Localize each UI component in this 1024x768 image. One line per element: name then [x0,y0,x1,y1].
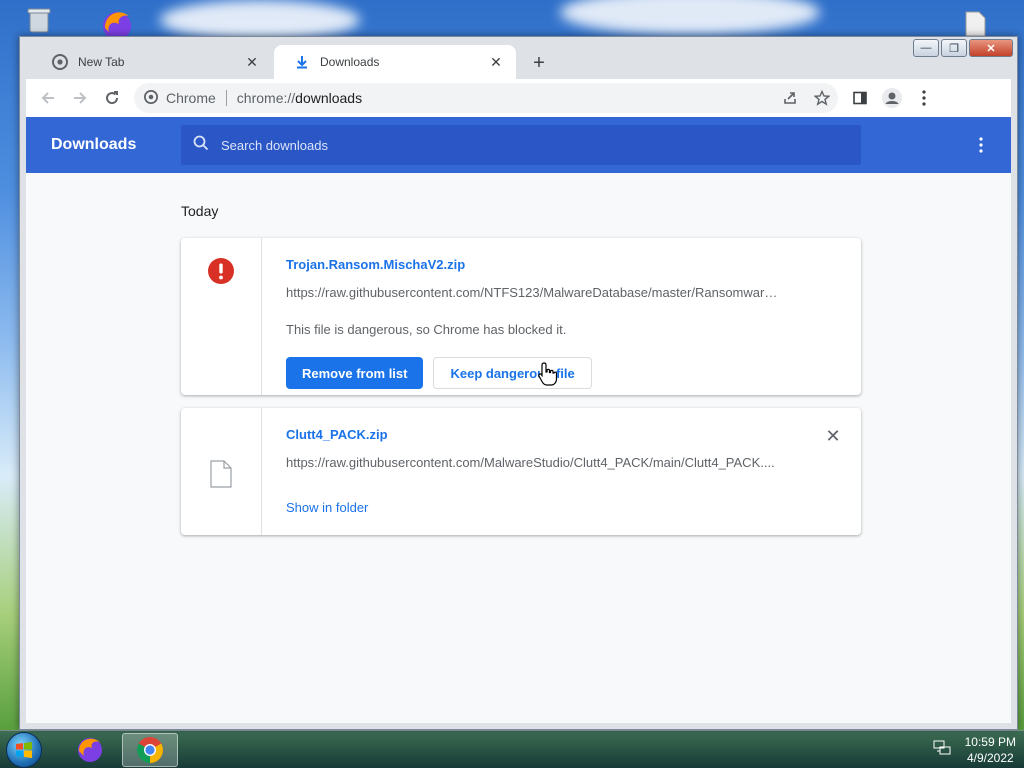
network-icon[interactable] [933,740,951,761]
recycle-bin-icon[interactable] [22,4,56,34]
reload-icon [106,91,119,105]
download-url[interactable]: https://raw.githubusercontent.com/NTFS12… [286,285,821,300]
download-icon [294,54,310,70]
forward-button[interactable] [64,82,96,114]
downloads-page: Downloads Today Trojan.Ransom.MischaV2.z… [26,117,1011,723]
reload-button[interactable] [96,82,128,114]
download-filename[interactable]: Clutt4_PACK.zip [286,427,821,442]
more-actions-icon[interactable] [969,133,993,157]
downloads-header: Downloads [26,117,1011,173]
forward-arrow-icon [74,92,87,104]
download-icon-column [181,238,262,395]
toolbar: Chrome chrome://downloads [26,79,1011,117]
chrome-icon [52,54,68,70]
windows-logo-icon [16,742,32,758]
clock[interactable]: 10:59 PM 4/9/2022 [965,734,1016,766]
firefox-desktop-icon[interactable] [95,6,139,40]
desktop-cloud [560,0,820,35]
page-title: Downloads [51,136,137,153]
chrome-window: — ❐ ✕ New Tab ✕ Downloads ✕ + Chrome chr… [19,36,1018,730]
profile-avatar-icon[interactable] [876,82,908,114]
tab-title: New Tab [78,55,125,69]
show-in-folder-link[interactable]: Show in folder [286,500,821,515]
kebab-menu-icon[interactable] [908,82,940,114]
hand-cursor-icon [537,362,559,391]
search-input[interactable] [221,137,821,153]
download-icon-column [181,408,262,535]
bookmark-star-icon[interactable] [806,82,838,114]
share-icon[interactable] [774,82,806,114]
url-scheme: chrome:// [236,90,296,106]
taskbar: 10:59 PM 4/9/2022 [0,730,1024,768]
firefox-icon [78,738,102,762]
tab-strip: New Tab ✕ Downloads ✕ + [26,45,926,79]
divider [225,90,227,106]
clock-date: 4/9/2022 [966,751,1014,765]
download-item-completed: Clutt4_PACK.zip https://raw.githubuserco… [181,408,861,535]
keep-dangerous-file-button[interactable]: Keep dangerous file [433,357,592,389]
site-label: Chrome [166,90,216,106]
remove-item-icon[interactable]: ✕ [823,426,843,446]
back-button[interactable] [32,82,64,114]
chrome-icon [137,737,163,763]
desktop-file-icon[interactable] [955,10,995,38]
window-controls: — ❐ ✕ [913,39,1013,57]
desktop-cloud [160,0,360,40]
download-url[interactable]: https://raw.githubusercontent.com/Malwar… [286,455,821,470]
taskbar-firefox[interactable] [62,733,118,767]
close-window-button[interactable]: ✕ [969,39,1013,57]
new-tab-button[interactable]: + [526,50,552,76]
start-button[interactable] [6,732,42,768]
remove-from-list-button[interactable]: Remove from list [286,357,424,389]
system-tray: 10:59 PM 4/9/2022 [933,731,1016,768]
clock-time: 10:59 PM [964,735,1016,749]
tab-title: Downloads [320,55,380,69]
file-icon [209,460,233,535]
chrome-site-icon [144,89,158,107]
download-item-dangerous: Trojan.Ransom.MischaV2.zip https://raw.g… [181,238,861,395]
close-icon[interactable]: ✕ [488,54,504,70]
restore-button[interactable]: ❐ [941,39,967,57]
omnibox-actions [774,82,838,114]
tab-new-tab[interactable]: New Tab ✕ [32,45,272,79]
danger-icon [208,258,234,395]
download-status: This file is dangerous, so Chrome has bl… [286,322,567,337]
tab-downloads[interactable]: Downloads ✕ [274,45,516,79]
address-bar[interactable]: Chrome chrome://downloads [134,83,838,113]
toolbar-right [844,82,940,114]
back-arrow-icon [41,92,54,104]
url-host: downloads [295,90,363,106]
side-panel-icon[interactable] [844,82,876,114]
date-section-label: Today [181,203,219,219]
search-icon [193,135,209,156]
search-box[interactable] [181,125,861,165]
download-filename[interactable]: Trojan.Ransom.MischaV2.zip [286,257,821,272]
taskbar-chrome[interactable] [122,733,178,767]
download-content: Clutt4_PACK.zip https://raw.githubuserco… [286,408,821,515]
close-icon[interactable]: ✕ [244,54,260,70]
